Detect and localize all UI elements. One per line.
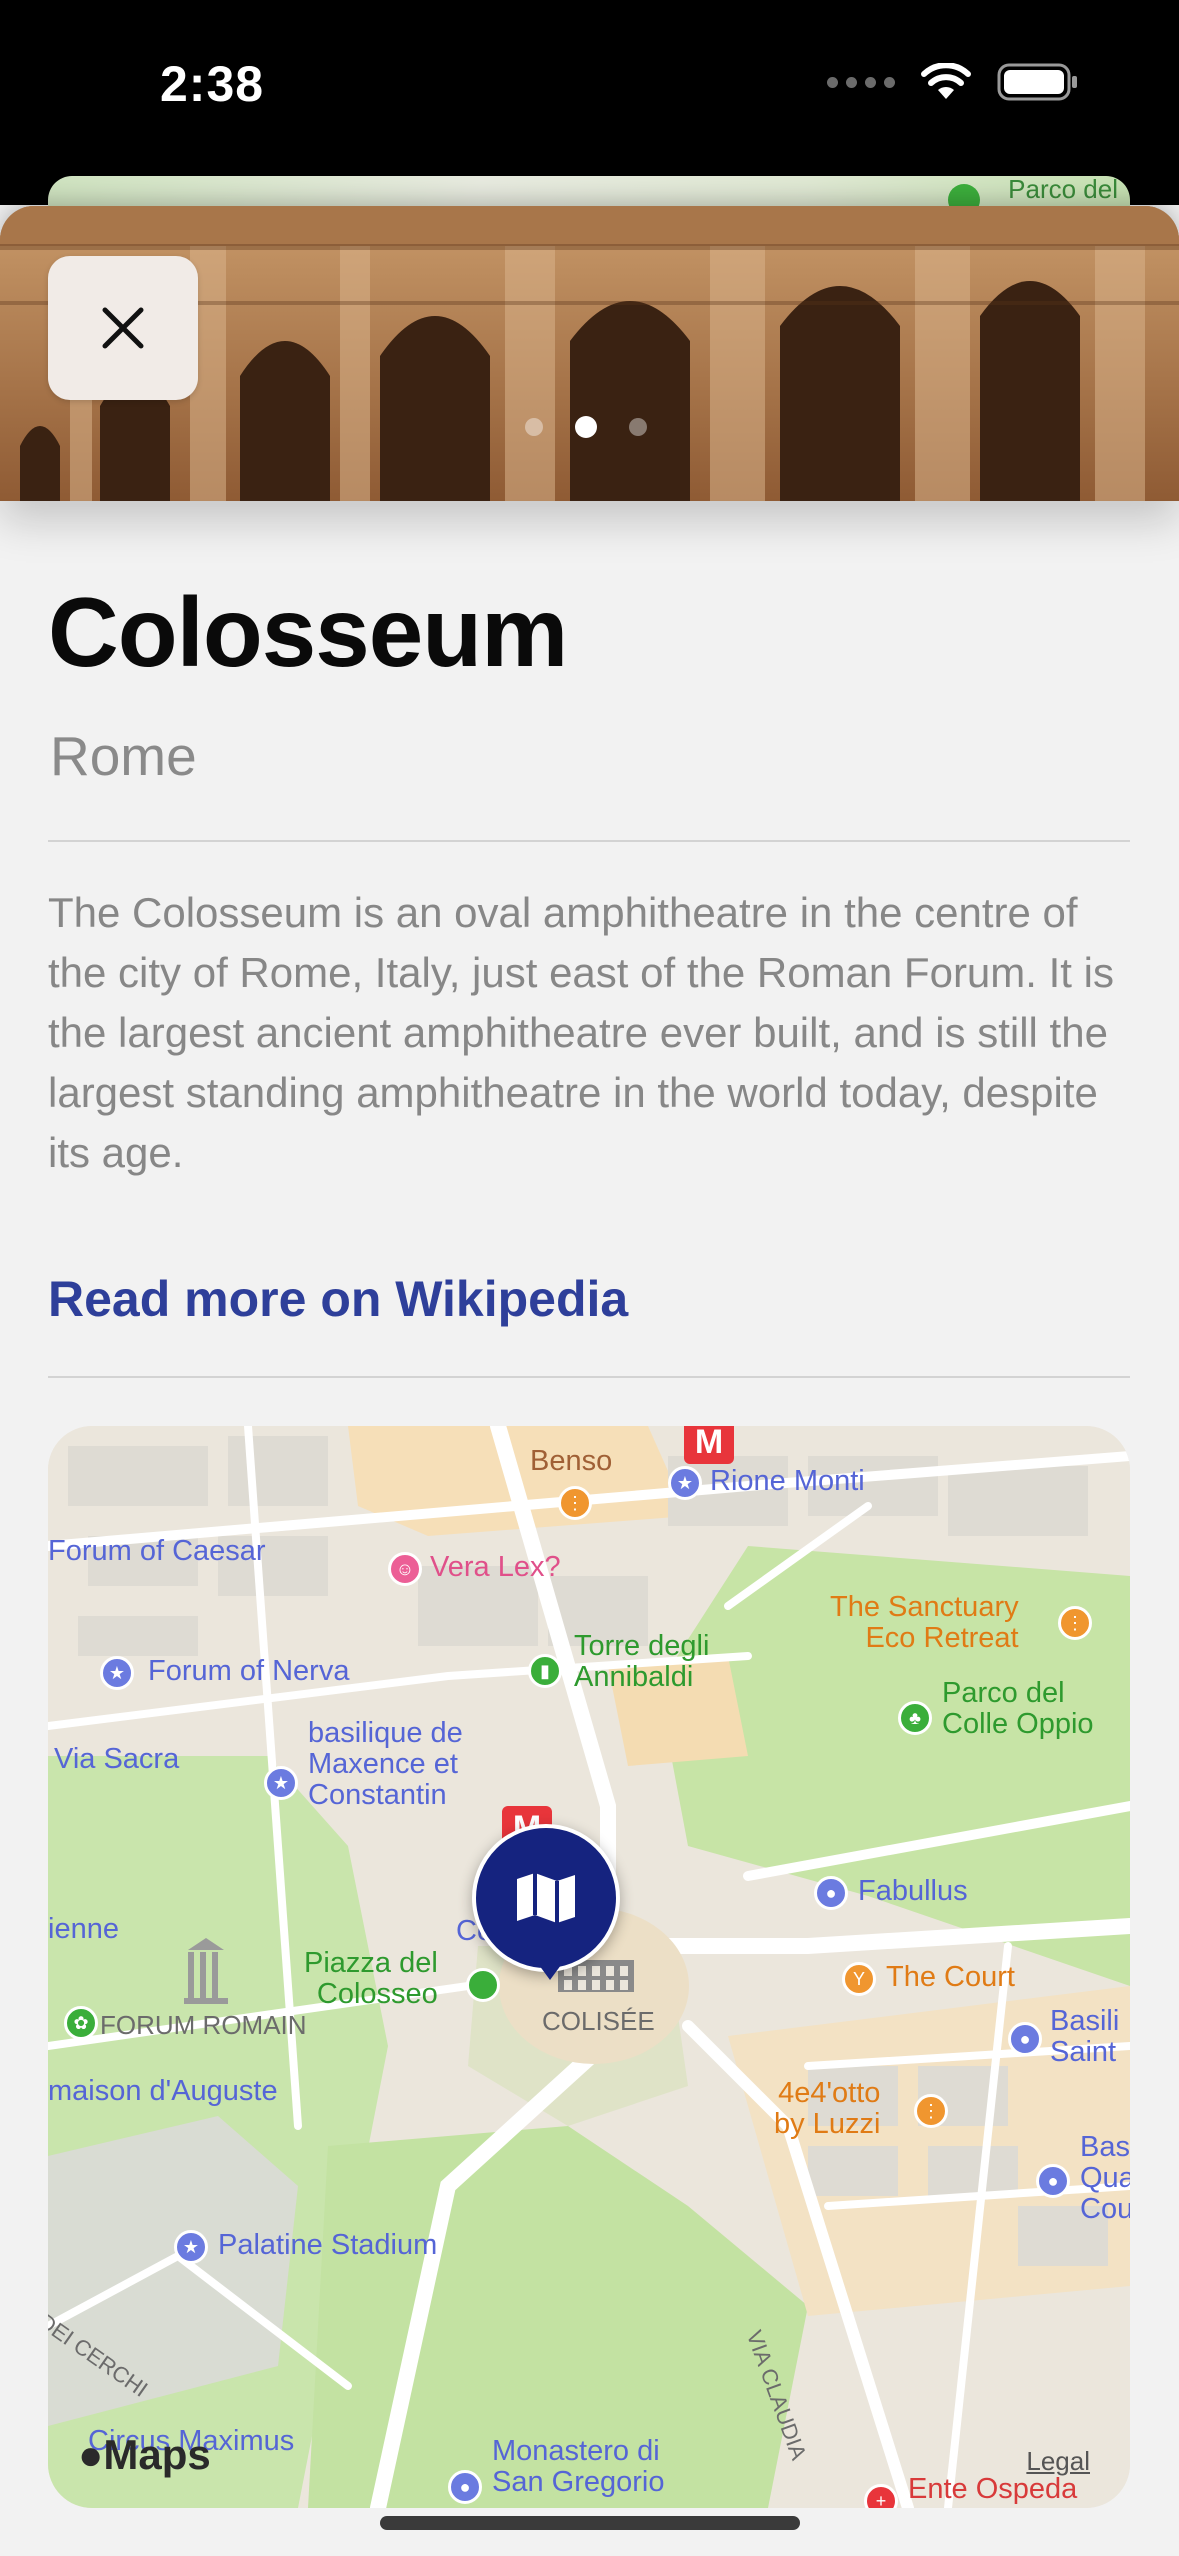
home-indicator[interactable] [380,2516,800,2530]
map-label-line: Colosseo [316,1978,438,2010]
map-label-sanctuary[interactable]: The Sanctuary Eco Retreat [830,1592,1019,1654]
map-label-basili[interactable]: Basili Saint [1050,2006,1119,2068]
map-label-via-sacra[interactable]: Via Sacra [54,1744,179,1775]
landmark-poi-icon[interactable]: ★ [668,1466,702,1500]
tower-poi-icon[interactable]: ▮ [528,1654,562,1688]
apple-logo-icon: ● [78,2431,104,2478]
map-label-ienne[interactable]: ienne [48,1914,119,1945]
map-label-piazza[interactable]: Piazza del Colosseo [304,1948,438,2010]
map-label-vera-lex[interactable]: Vera Lex? [430,1552,561,1583]
map-label-line: Bas [1080,2131,1130,2163]
landmark-poi-icon[interactable]: ● [448,2470,482,2504]
map-label-fabullus[interactable]: Fabullus [858,1876,968,1907]
maps-brand: Maps [103,2431,211,2478]
close-button[interactable] [48,256,198,400]
map-label-torre[interactable]: Torre degli Annibaldi [574,1631,709,1693]
map-label-line: Cou [1080,2193,1130,2225]
place-city: Rome [50,725,197,787]
landmark-poi-icon[interactable]: ● [1008,2022,1042,2056]
photo-pager-dots[interactable] [525,416,647,438]
map-label-bas[interactable]: Bas Qua Cou [1080,2132,1130,2225]
detail-sheet: Colosseum Rome The Colosseum is an oval … [0,206,1179,2556]
map-label-maison[interactable]: maison d'Auguste [48,2076,278,2107]
map-label-line: Monastero di [492,2435,660,2467]
restaurant-poi-icon[interactable]: ⋮ [914,2094,948,2128]
landmark-poi-icon[interactable]: ★ [264,1766,298,1800]
landmark-poi-icon[interactable]: ● [814,1876,848,1910]
map-label-forum-romain[interactable]: FORUM ROMAIN [100,2010,307,2041]
pager-dot[interactable] [629,418,647,436]
place-title: Colosseum [48,577,568,687]
cafe-poi-icon[interactable]: ⋮ [1058,1606,1092,1640]
bar-poi-icon[interactable]: Y [842,1962,876,1996]
map-label-line: The Sanctuary [830,1591,1019,1623]
map-label-rione-monti[interactable]: Rione Monti [710,1466,865,1497]
wikipedia-link[interactable]: Read more on Wikipedia [48,1270,628,1328]
map-label-luzzi[interactable]: 4e4'otto by Luzzi [774,2078,880,2140]
map-label-line: Parco del [942,1677,1065,1709]
close-icon [102,307,144,349]
map-label-line: Maxence et [308,1748,458,1780]
map-label-the-court[interactable]: The Court [886,1962,1015,1993]
map-icon [517,1873,575,1923]
map-label-line: Basili [1050,2005,1120,2037]
restaurant-poi-icon[interactable]: ⋮ [558,1486,592,1520]
map-label-colisee[interactable]: COLISÉE [542,2006,655,2037]
pager-dot-active[interactable] [575,416,597,438]
map-label-line: Colle Oppio [942,1708,1094,1740]
apple-maps-logo: ●Maps [78,2431,211,2479]
map-label-line: Eco Retreat [865,1622,1019,1654]
map-label-benso[interactable]: Benso [530,1446,612,1477]
background-poi-label: Parco del [1008,176,1118,204]
location-map[interactable]: M M ⋮ Benso ★ Rione Monti Forum of Caesa… [48,1426,1130,2508]
map-label-line: basilique de [308,1717,463,1749]
park-poi-icon[interactable]: ✿ [64,2006,98,2040]
cellular-icon [827,76,895,88]
legal-link[interactable]: Legal [1026,2446,1090,2477]
park-poi-icon[interactable]: ♣ [898,1701,932,1735]
map-label-forum-nerva[interactable]: Forum of Nerva [148,1656,349,1687]
status-icons [827,62,1079,102]
map-label-line: by Luzzi [774,2108,881,2140]
landmark-poi-icon[interactable]: ● [1036,2164,1070,2198]
map-label-forum-caesar[interactable]: Forum of Caesar [48,1536,266,1567]
forum-ruins-icon [184,1938,228,2004]
map-label-line: Piazza del [304,1947,438,1979]
map-label-line: Annibaldi [574,1661,694,1693]
map-label-line: Constantin [308,1779,447,1811]
landmark-poi-icon[interactable]: ★ [100,1656,134,1690]
place-description: The Colosseum is an oval amphitheatre in… [48,889,1114,1176]
status-bar: 2:38 [0,0,1179,205]
divider [48,1376,1130,1378]
nightlife-poi-icon[interactable]: ☺ [388,1552,422,1586]
landmark-poi-icon[interactable]: ★ [174,2230,208,2264]
battery-icon [997,62,1079,102]
map-label-line: Torre degli [574,1630,710,1662]
status-time: 2:38 [160,56,265,112]
metro-icon[interactable]: M [684,1426,734,1464]
pager-dot[interactable] [525,418,543,436]
map-label-line: Saint [1050,2036,1117,2068]
map-label-line: Qua [1080,2162,1130,2194]
map-label-monastero[interactable]: Monastero di San Gregorio [492,2436,665,2498]
map-label-line: 4e4'otto [778,2077,881,2109]
map-label-line: San Gregorio [492,2466,665,2498]
map-label-ente[interactable]: Ente Ospeda [908,2474,1077,2505]
map-label-palatine[interactable]: Palatine Stadium [218,2230,437,2261]
plaza-poi-icon[interactable] [466,1968,500,2002]
wifi-icon [921,63,971,101]
map-label-parco[interactable]: Parco del Colle Oppio [942,1678,1094,1740]
location-pin-tail [528,1950,572,1980]
divider [48,840,1130,842]
map-label-basilique[interactable]: basilique de Maxence et Constantin [308,1718,463,1811]
